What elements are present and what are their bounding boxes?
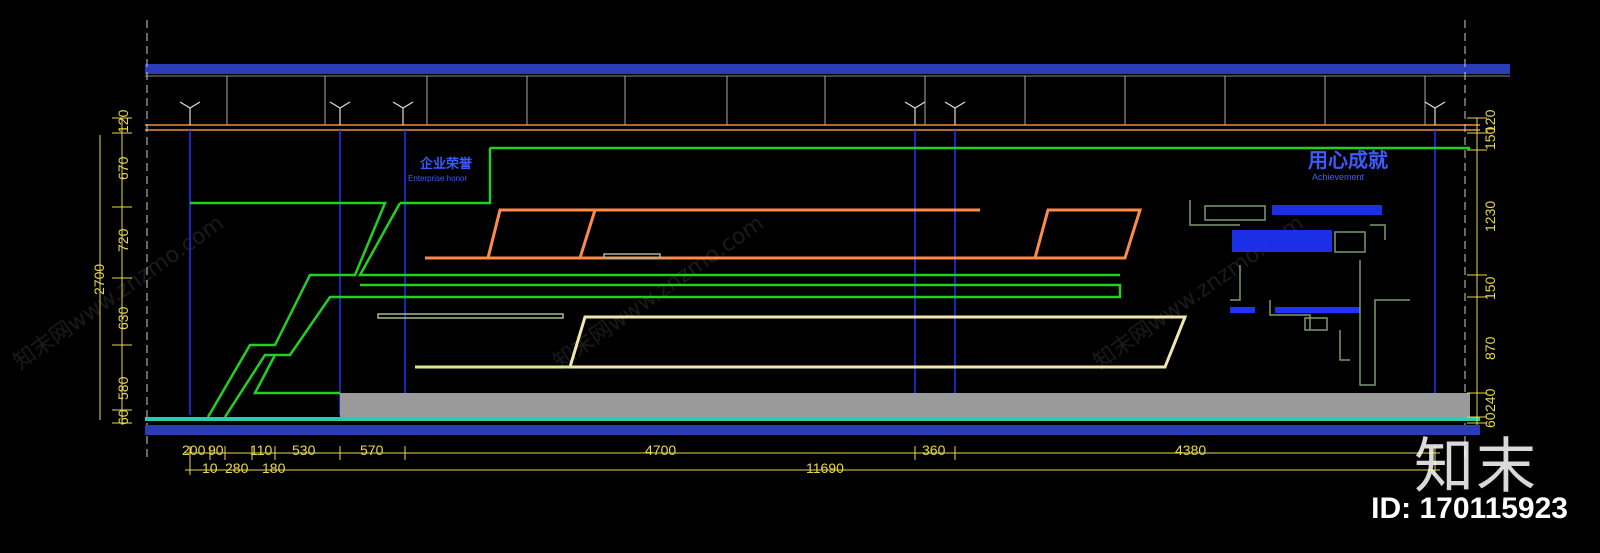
- svg-text:1230: 1230: [1482, 201, 1498, 232]
- svg-text:670: 670: [115, 156, 131, 180]
- svg-text:60: 60: [115, 409, 131, 425]
- hanger-rods: [226, 76, 1426, 125]
- floor-plinth: [340, 393, 1470, 417]
- svg-text:4380: 4380: [1175, 442, 1206, 458]
- floor-line: [145, 417, 1480, 421]
- svg-text:530: 530: [292, 442, 316, 458]
- floor-base: [145, 425, 1480, 435]
- bottom-dimension-labels: 200 90 110 530 570 4700 360 4380 10 280 …: [182, 442, 1206, 476]
- svg-text:120: 120: [115, 109, 131, 133]
- right-subtitle: Achievement: [1312, 172, 1365, 182]
- watermark: 知末网www.znzmo.com: [549, 211, 769, 375]
- left-dimension-labels: 120 670 720 2700 630 580 60: [91, 109, 131, 425]
- watermark-layer: 知末网www.znzmo.com 知末网www.znzmo.com 知末网www…: [9, 211, 1309, 375]
- cad-elevation-drawing: 知末网www.znzmo.com 知末网www.znzmo.com 知末网www…: [9, 20, 1510, 476]
- svg-text:720: 720: [115, 228, 131, 252]
- total-width: 11690: [806, 460, 844, 476]
- green-decor-lines: [190, 146, 1470, 418]
- right-dimension-labels: 120 150 1230 150 870 240 60: [1482, 109, 1498, 428]
- left-subtitle: Enterprise honor: [408, 174, 467, 183]
- svg-text:90: 90: [208, 442, 224, 458]
- svg-text:280: 280: [225, 460, 249, 476]
- svg-text:4700: 4700: [645, 442, 676, 458]
- svg-text:570: 570: [360, 442, 384, 458]
- display-panels: [415, 208, 1188, 369]
- svg-text:150: 150: [1482, 276, 1498, 300]
- left-title: 企业荣誉: [419, 156, 473, 172]
- svg-text:110: 110: [250, 442, 273, 458]
- svg-text:240: 240: [1482, 388, 1498, 412]
- svg-text:360: 360: [922, 442, 946, 458]
- svg-text:150: 150: [1482, 126, 1498, 150]
- svg-text:2700: 2700: [91, 264, 107, 295]
- right-title: 用心成就: [1308, 148, 1388, 172]
- svg-text:580: 580: [115, 376, 131, 400]
- image-id: ID: 170115923: [1371, 492, 1568, 525]
- svg-text:630: 630: [115, 306, 131, 330]
- spotlight-fixtures: [179, 101, 1446, 125]
- svg-text:200: 200: [182, 442, 206, 458]
- svg-text:870: 870: [1482, 336, 1498, 360]
- svg-text:10: 10: [202, 460, 218, 476]
- right-dimension-chain: [1467, 117, 1487, 425]
- svg-text:180: 180: [262, 460, 286, 476]
- top-rail: [145, 64, 1510, 74]
